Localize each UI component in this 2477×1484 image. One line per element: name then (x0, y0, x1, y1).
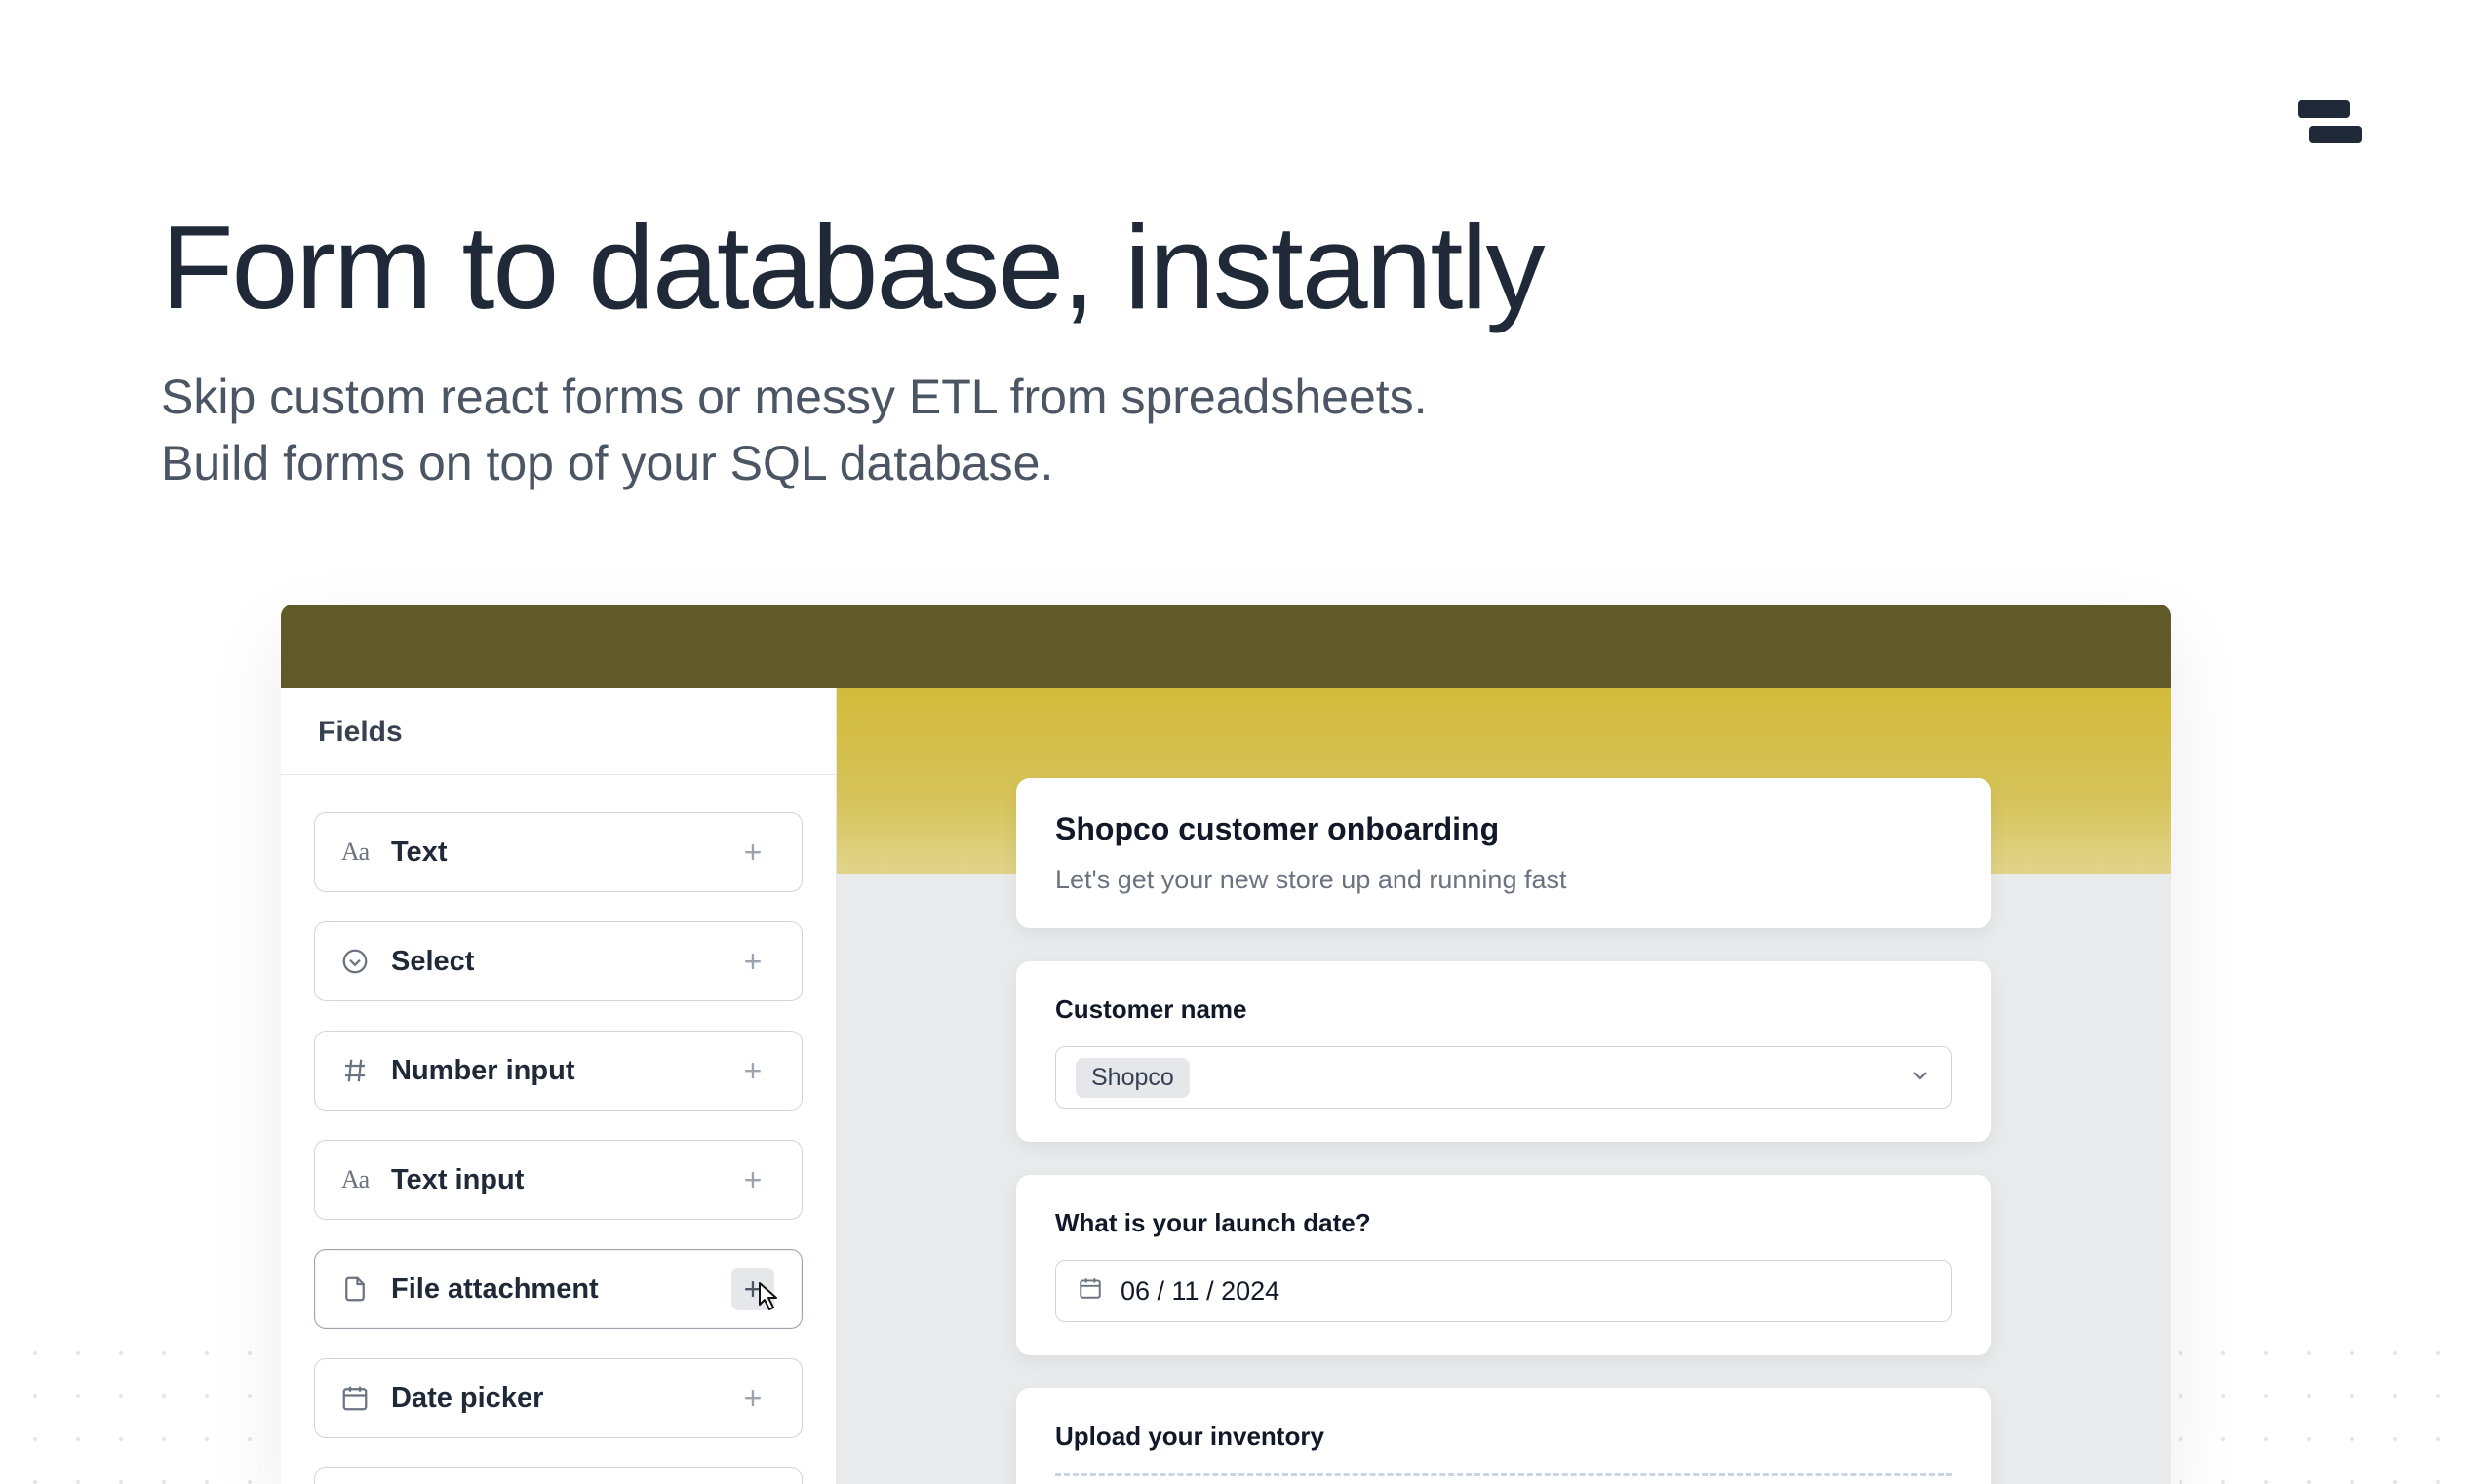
field-type-label: Text (391, 837, 447, 869)
form-canvas: Shopco customer onboarding Let's get you… (837, 688, 2171, 1484)
field-type-label: Date picker (391, 1383, 543, 1415)
page-subtitle-line1: Skip custom react forms or messy ETL fro… (161, 370, 1428, 424)
fields-sidebar-title: Fields (281, 688, 836, 775)
select-icon (338, 945, 372, 978)
calendar-icon (1078, 1275, 1103, 1308)
field-type-label: Select (391, 946, 474, 978)
customer-name-select[interactable]: Shopco (1055, 1046, 1952, 1109)
question-label: Customer name (1055, 995, 1952, 1025)
add-field-button[interactable]: + (731, 940, 774, 983)
form-header-card: Shopco customer onboarding Let's get you… (1016, 778, 1991, 928)
add-field-button[interactable]: + (731, 1049, 774, 1092)
field-type-label: Number input (391, 1055, 575, 1087)
text-icon: Aa (338, 1163, 372, 1196)
app-topbar (281, 605, 2171, 688)
field-type-file-attachment[interactable]: File attachment + (314, 1249, 803, 1329)
field-type-text-input[interactable]: Aa Text input + (314, 1140, 803, 1220)
launch-date-input[interactable]: 06 / 11 / 2024 (1055, 1260, 1952, 1322)
question-label: What is your launch date? (1055, 1208, 1952, 1238)
file-icon (338, 1272, 372, 1306)
add-field-button[interactable]: + (731, 1158, 774, 1201)
text-icon: Aa (338, 836, 372, 869)
upload-dropzone[interactable] (1055, 1473, 1952, 1484)
form-subtitle: Let's get your new store up and running … (1055, 865, 1952, 895)
fields-sidebar: Fields Aa Text + (281, 688, 837, 1484)
page-subtitle-line2: Build forms on top of your SQL database. (161, 436, 1053, 490)
page-subtitle: Skip custom react forms or messy ETL fro… (161, 365, 1544, 496)
add-field-button[interactable]: + (731, 1377, 774, 1420)
field-type-select[interactable]: Select + (314, 921, 803, 1001)
field-type-number[interactable]: Number input + (314, 1031, 803, 1111)
calendar-icon (338, 1382, 372, 1415)
field-type-label: Text input (391, 1164, 524, 1196)
page-title: Form to database, instantly (161, 205, 1544, 330)
field-type-label: File attachment (391, 1273, 599, 1306)
launch-date-value: 06 / 11 / 2024 (1121, 1276, 1279, 1307)
form-question-upload-inventory: Upload your inventory (1016, 1388, 1991, 1484)
question-label: Upload your inventory (1055, 1422, 1952, 1452)
form-question-customer-name: Customer name Shopco (1016, 961, 1991, 1142)
customer-name-value: Shopco (1076, 1058, 1190, 1098)
form-title: Shopco customer onboarding (1055, 811, 1952, 847)
app-frame: Fields Aa Text + (281, 605, 2171, 1484)
field-type-date-picker[interactable]: Date picker + (314, 1358, 803, 1438)
chevron-down-icon (1908, 1064, 1932, 1092)
number-icon (338, 1054, 372, 1087)
field-type-text[interactable]: Aa Text + (314, 812, 803, 892)
form-question-launch-date: What is your launch date? 06 / 11 / 2024 (1016, 1175, 1991, 1355)
add-field-button[interactable]: + (731, 831, 774, 874)
brand-logo (2292, 93, 2370, 151)
field-type-listbox[interactable]: Listbox + (314, 1467, 803, 1484)
mouse-cursor-icon (749, 1279, 784, 1318)
